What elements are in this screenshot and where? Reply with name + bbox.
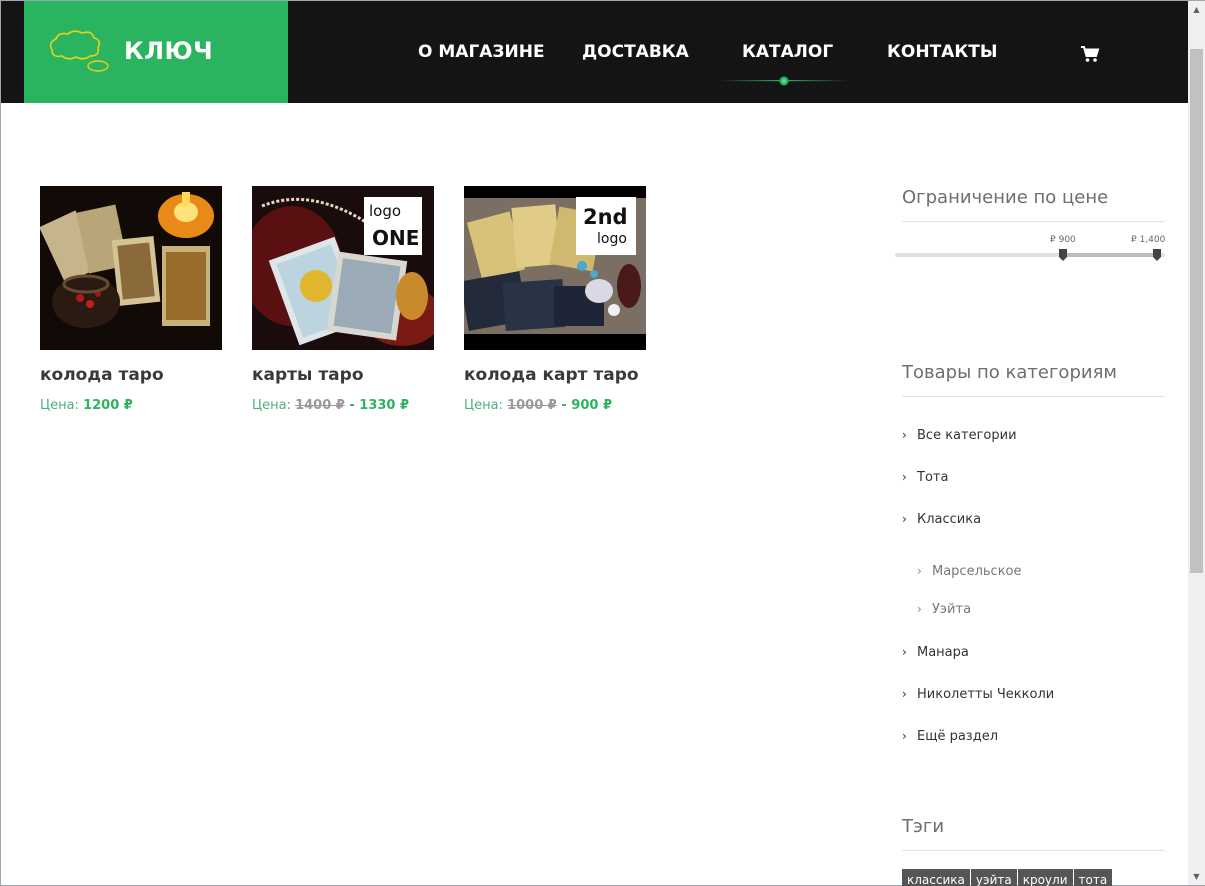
scroll-down-arrow-icon[interactable]: ▼ [1188, 868, 1205, 885]
price-label: Цена: [40, 398, 79, 413]
chevron-right-icon: › [917, 602, 922, 616]
chevron-right-icon: › [902, 470, 907, 484]
product-title[interactable]: колода таро [40, 365, 222, 385]
price-max-label: ₽ 1,400 [1131, 235, 1166, 245]
product-card[interactable]: logo ONE карты таро Цена: 1400 ₽ - 1330 … [252, 186, 434, 413]
price-separator: - [556, 398, 572, 413]
active-nav-dot-icon [779, 76, 789, 86]
product-image[interactable] [40, 186, 222, 350]
logo-2nd-badge: 2nd logo [576, 197, 636, 255]
product-card[interactable]: колода таро Цена: 1200 ₽ [40, 186, 222, 413]
price-label: Цена: [252, 398, 291, 413]
chevron-right-icon: › [902, 645, 907, 659]
tag-crowley[interactable]: кроули [1017, 869, 1073, 886]
product-price: Цена: 1200 ₽ [40, 398, 222, 413]
tag-tota[interactable]: тота [1073, 869, 1113, 886]
nav-about[interactable]: О МАГАЗИНЕ [418, 42, 545, 62]
badge-line2: ONE [372, 226, 420, 250]
product-card[interactable]: 2nd logo колода карт таро Цена: 1000 ₽ -… [464, 186, 646, 413]
category-more[interactable]: › Ещё раздел [902, 729, 998, 744]
chevron-right-icon: › [902, 428, 907, 442]
category-label: Тота [917, 470, 949, 485]
category-all[interactable]: › Все категории [902, 428, 1017, 443]
site-header: КЛЮЧ О МАГАЗИНЕ ДОСТАВКА КАТАЛОГ КОНТАКТ… [1, 1, 1188, 103]
product-title[interactable]: карты таро [252, 365, 434, 385]
price-filter-title: Ограничение по цене [902, 187, 1165, 222]
category-label: Уэйта [932, 602, 972, 617]
category-label: Марсельское [932, 564, 1022, 579]
vertical-scrollbar[interactable]: ▲ ▼ [1188, 1, 1205, 885]
chevron-right-icon: › [902, 512, 907, 526]
chevron-right-icon: › [902, 687, 907, 701]
category-label: Манара [917, 645, 969, 660]
price-max-handle[interactable] [1153, 249, 1161, 261]
badge-line1: logo [369, 202, 402, 220]
categories-title: Товары по категориям [902, 362, 1165, 397]
chevron-right-icon: › [902, 729, 907, 743]
tags-title: Тэги [902, 816, 1165, 851]
category-marseille[interactable]: › Марсельское [917, 564, 1022, 579]
chevron-right-icon: › [917, 564, 922, 578]
tag-waite[interactable]: уэйта [970, 869, 1017, 886]
category-manara[interactable]: › Манара [902, 645, 969, 660]
shopping-cart-icon[interactable] [1080, 45, 1100, 63]
category-waite[interactable]: › Уэйта [917, 602, 971, 617]
category-label: Классика [917, 512, 982, 527]
badge-line1: 2nd [583, 205, 628, 229]
badge-line2: logo [597, 231, 627, 247]
scroll-up-arrow-icon[interactable]: ▲ [1188, 1, 1205, 18]
tag-classic[interactable]: классика [902, 869, 970, 886]
price-slider-range [1063, 253, 1157, 257]
product-price: Цена: 1000 ₽ - 900 ₽ [464, 398, 646, 413]
price-min-handle[interactable] [1059, 249, 1067, 261]
category-ceccoli[interactable]: › Николетты Чекколи [902, 687, 1054, 702]
brand-block[interactable]: КЛЮЧ [24, 1, 288, 103]
tag-cloud: классика уэйта кроули тота [902, 869, 1113, 886]
scroll-thumb[interactable] [1190, 49, 1203, 573]
price-label: Цена: [464, 398, 503, 413]
old-price: 1400 ₽ [295, 398, 345, 413]
nav-contacts[interactable]: КОНТАКТЫ [887, 42, 997, 62]
category-label: Все категории [917, 428, 1017, 443]
nav-delivery[interactable]: ДОСТАВКА [582, 42, 689, 62]
price-min-label: ₽ 900 [1050, 235, 1076, 245]
sale-price: 900 ₽ [571, 398, 613, 413]
category-tota[interactable]: › Тота [902, 470, 948, 485]
sale-price: 1330 ₽ [359, 398, 410, 413]
brand-name: КЛЮЧ [124, 37, 214, 65]
nav-catalog[interactable]: КАТАЛОГ [742, 42, 833, 62]
category-classic[interactable]: › Классика [902, 512, 981, 527]
product-price: Цена: 1400 ₽ - 1330 ₽ [252, 398, 434, 413]
category-label: Николетты Чекколи [917, 687, 1055, 702]
cloud-logo-icon [49, 30, 109, 72]
category-label: Ещё раздел [917, 729, 999, 744]
logo-one-badge: logo ONE [364, 197, 422, 255]
product-title[interactable]: колода карт таро [464, 365, 646, 385]
old-price: 1000 ₽ [507, 398, 557, 413]
price-separator: - [344, 398, 360, 413]
price-value: 1200 ₽ [83, 398, 133, 413]
